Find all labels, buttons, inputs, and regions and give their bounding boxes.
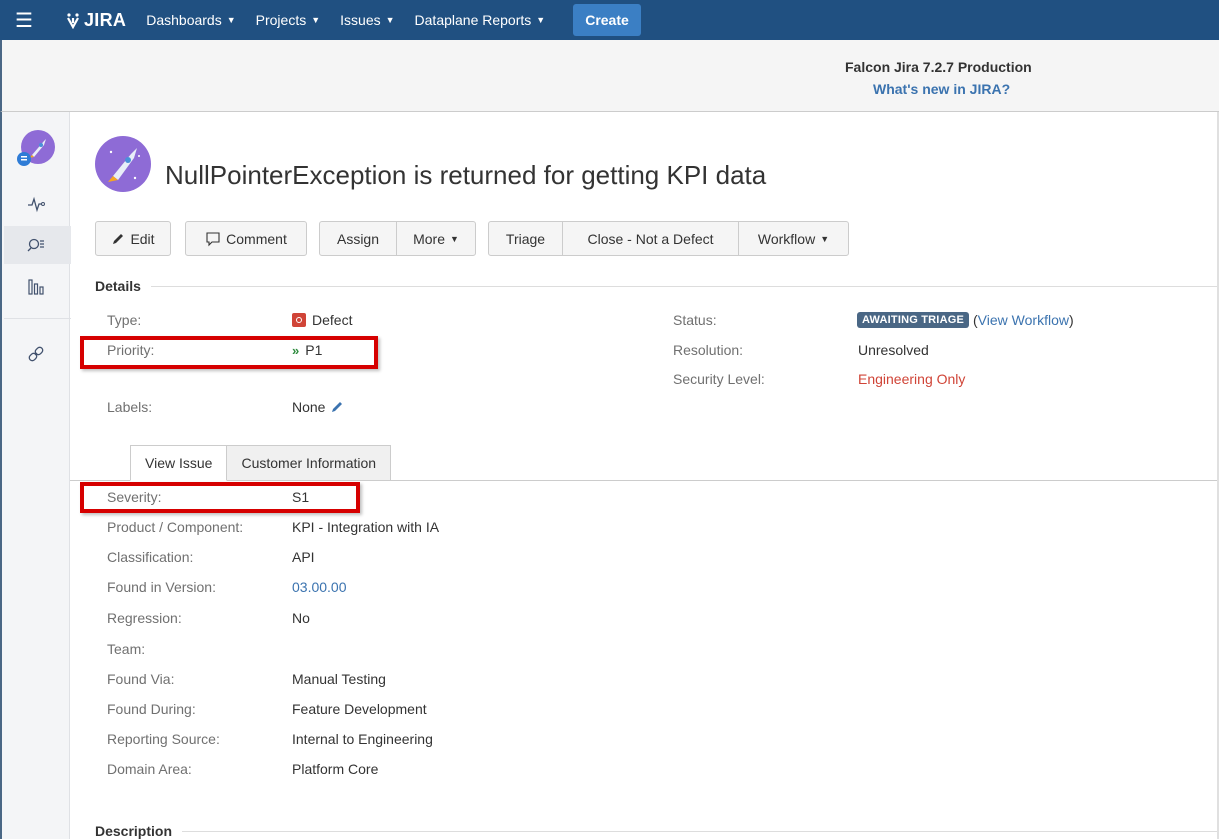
labels-value-text: None	[292, 399, 326, 415]
more-button-label: More	[413, 230, 445, 247]
jira-logo[interactable]: JIRA	[64, 10, 126, 31]
status-label: Status:	[673, 312, 717, 328]
found-during-value: Feature Development	[292, 701, 427, 717]
priority-highlight-box	[80, 336, 378, 369]
nav-dataplane-reports[interactable]: Dataplane Reports ▼	[415, 12, 546, 28]
nav-dataplane-reports-label: Dataplane Reports	[414, 12, 532, 28]
project-avatar-icon[interactable]	[16, 129, 56, 172]
more-button[interactable]: More ▼	[397, 222, 475, 255]
classification-value: API	[292, 549, 315, 565]
project-sidebar	[0, 112, 71, 839]
description-divider	[95, 831, 1219, 832]
chevron-down-icon: ▼	[311, 15, 321, 25]
security-level-label: Security Level:	[673, 371, 765, 387]
workflow-button-group: Triage Close - Not a Defect Workflow ▼	[488, 221, 849, 256]
view-workflow-link[interactable]: View Workflow	[978, 312, 1069, 328]
chevron-down-icon: ▼	[536, 15, 546, 25]
found-in-version-link[interactable]: 03.00.00	[292, 579, 347, 595]
menu-icon[interactable]: ☰	[4, 0, 44, 40]
chevron-down-icon: ▼	[449, 233, 459, 244]
regression-label: Regression:	[107, 610, 182, 626]
search-issues-icon[interactable]	[24, 233, 48, 257]
edit-button-label: Edit	[130, 230, 155, 247]
tab-customer-information[interactable]: Customer Information	[227, 445, 392, 481]
type-value: Defect	[292, 312, 352, 328]
domain-area-label: Domain Area:	[107, 761, 192, 777]
team-label: Team:	[107, 641, 146, 657]
chevron-down-icon: ▼	[385, 15, 395, 25]
chevron-down-icon: ▼	[226, 15, 236, 25]
reports-icon[interactable]	[24, 275, 48, 299]
status-value: AWAITING TRIAGE (View Workflow)	[857, 312, 1074, 328]
view-workflow-close-paren: )	[1068, 312, 1074, 328]
reporting-source-value: Internal to Engineering	[292, 731, 433, 747]
nav-dashboards-label: Dashboards	[146, 12, 222, 28]
labels-value[interactable]: None	[292, 399, 344, 415]
comment-button[interactable]: Comment	[185, 221, 307, 256]
resolution-value: Unresolved	[858, 342, 929, 358]
domain-area-value: Platform Core	[292, 761, 379, 777]
tab-view-issue[interactable]: View Issue	[130, 445, 228, 481]
nav-dashboards[interactable]: Dashboards ▼	[146, 12, 235, 28]
pencil-icon	[113, 233, 124, 244]
edit-pencil-icon[interactable]	[330, 400, 344, 414]
nav-projects[interactable]: Projects ▼	[256, 12, 321, 28]
triage-button[interactable]: Triage	[489, 222, 563, 255]
jira-logo-icon	[67, 13, 79, 29]
assign-button[interactable]: Assign	[320, 222, 397, 255]
details-heading: Details	[95, 278, 151, 294]
status-badge: AWAITING TRIAGE	[857, 312, 969, 328]
defect-icon	[292, 313, 306, 327]
link-icon[interactable]	[24, 342, 48, 366]
reporting-source-label: Reporting Source:	[107, 731, 220, 747]
jira-logo-text: JIRA	[84, 9, 127, 30]
product-component-label: Product / Component:	[107, 519, 244, 535]
comment-icon	[206, 231, 220, 246]
announcement-banner: Falcon Jira 7.2.7 Production What's new …	[0, 40, 1219, 112]
workflow-button-label: Workflow	[757, 230, 816, 247]
severity-highlight-box	[80, 482, 360, 513]
resolution-label: Resolution:	[673, 342, 744, 358]
issue-tabs: View Issue Customer Information	[130, 445, 392, 481]
issue-summary-title: NullPointerException is returned for get…	[165, 160, 767, 190]
type-label: Type:	[107, 312, 142, 328]
labels-label: Labels:	[107, 399, 153, 415]
classification-label: Classification:	[107, 549, 194, 565]
found-via-value: Manual Testing	[292, 671, 386, 687]
nav-issues[interactable]: Issues ▼	[340, 12, 394, 28]
sidebar-divider	[4, 318, 71, 319]
details-divider	[95, 286, 1219, 287]
activity-icon[interactable]	[24, 192, 48, 216]
product-component-value: KPI - Integration with IA	[292, 519, 440, 535]
found-via-label: Found Via:	[107, 671, 175, 687]
edit-button[interactable]: Edit	[95, 221, 171, 256]
top-navigation-bar: ☰ JIRA Dashboards ▼ Projects ▼ Issues ▼ Dat…	[0, 0, 1219, 40]
workflow-button[interactable]: Workflow ▼	[739, 222, 848, 255]
comment-button-label: Comment	[226, 230, 287, 247]
description-heading: Description	[95, 823, 183, 839]
nav-projects-label: Projects	[255, 12, 307, 28]
issue-project-avatar-icon	[93, 134, 153, 197]
whats-new-link[interactable]: What's new in JIRA?	[873, 81, 1010, 97]
regression-value: No	[292, 610, 310, 626]
found-in-version-label: Found in Version:	[107, 579, 216, 595]
security-level-value: Engineering Only	[858, 371, 966, 387]
create-button[interactable]: Create	[573, 4, 641, 36]
close-not-a-defect-button[interactable]: Close - Not a Defect	[563, 222, 739, 255]
nav-issues-label: Issues	[340, 12, 381, 28]
found-during-label: Found During:	[107, 701, 196, 717]
assign-more-button-group: Assign More ▼	[319, 221, 476, 256]
chevron-down-icon: ▼	[820, 233, 830, 244]
type-value-text: Defect	[312, 312, 353, 328]
announcement-title: Falcon Jira 7.2.7 Production	[845, 59, 1032, 75]
